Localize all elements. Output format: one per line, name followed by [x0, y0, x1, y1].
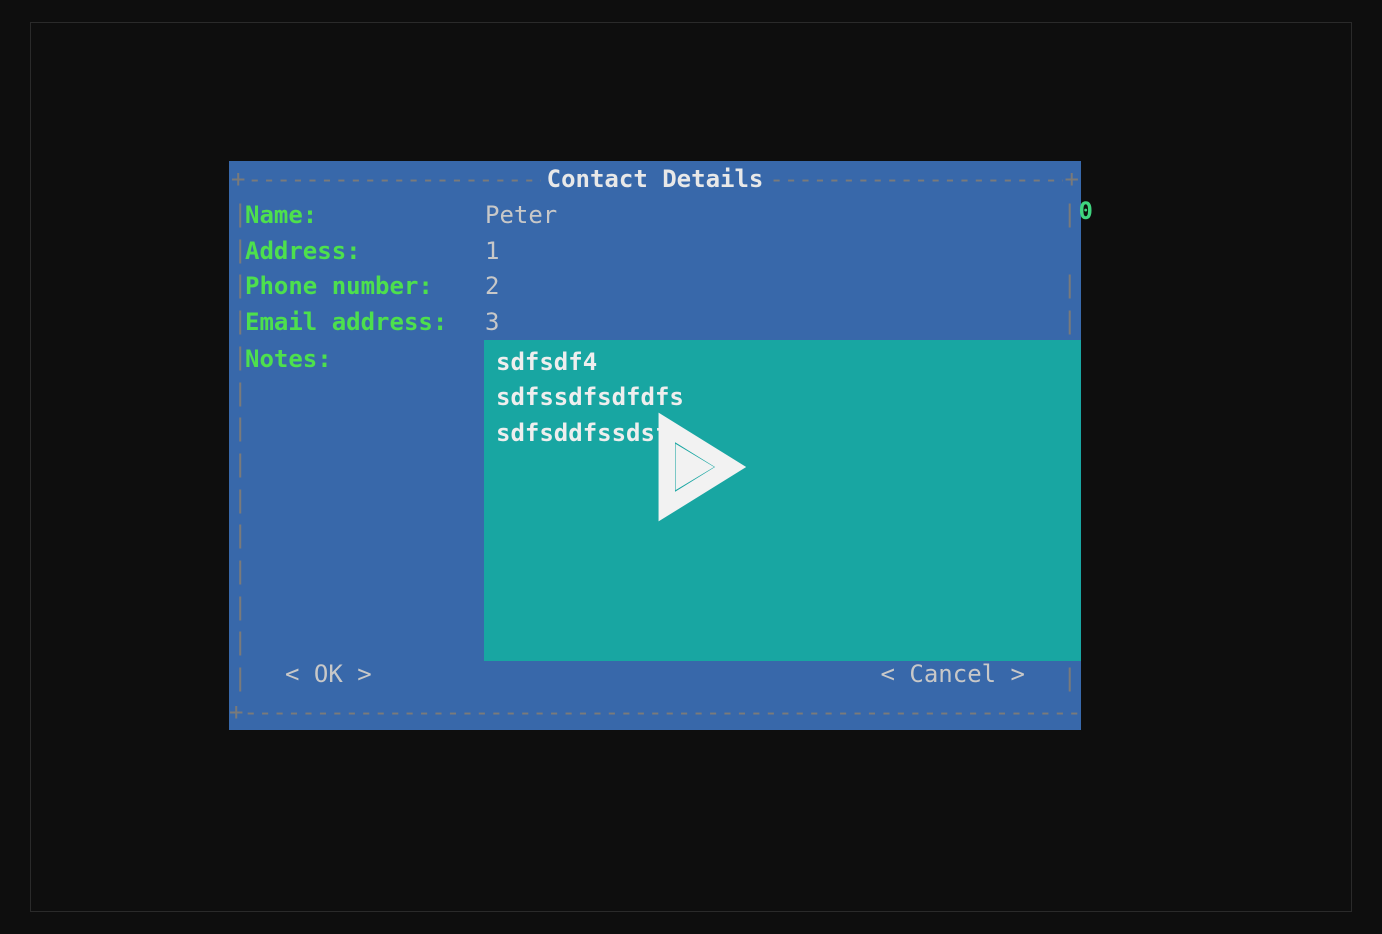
play-icon: [636, 412, 746, 522]
address-row: Address: 1: [245, 233, 1065, 269]
phone-label: Phone number:: [245, 272, 485, 300]
dialog-border-bottom: +---------------------------------------…: [229, 694, 1081, 730]
border-dash: -----------------------------: [769, 165, 1062, 193]
name-row: Name: Peter: [245, 197, 1065, 233]
notes-label: Notes:: [245, 340, 485, 661]
notes-textarea[interactable]: sdfsdf4 sdfssdfsdfdfs sdfsddfssdsf: [484, 340, 1081, 661]
cancel-button[interactable]: < Cancel >: [841, 660, 1066, 688]
email-row: Email address: 3: [245, 304, 1065, 340]
dialog-buttons: < OK > < Cancel >: [245, 656, 1065, 692]
name-field[interactable]: Peter: [485, 201, 557, 229]
scroll-indicator: 0: [1079, 197, 1093, 225]
border-corner-icon: +: [229, 165, 247, 193]
name-label: Name:: [245, 201, 485, 229]
play-button-overlay[interactable]: [636, 412, 746, 522]
border-corner-icon: +: [1063, 165, 1081, 193]
address-field[interactable]: 1: [485, 237, 499, 265]
phone-row: Phone number: 2: [245, 268, 1065, 304]
email-label: Email address:: [245, 308, 485, 336]
dialog-border-top: + ---------------------- Contact Details…: [229, 161, 1081, 197]
border-dash: ----------------------: [247, 165, 540, 193]
ok-button[interactable]: < OK >: [245, 660, 412, 688]
dialog-title: Contact Details: [541, 165, 770, 193]
email-field[interactable]: 3: [485, 308, 499, 336]
address-label: Address:: [245, 237, 485, 265]
phone-field[interactable]: 2: [485, 272, 499, 300]
